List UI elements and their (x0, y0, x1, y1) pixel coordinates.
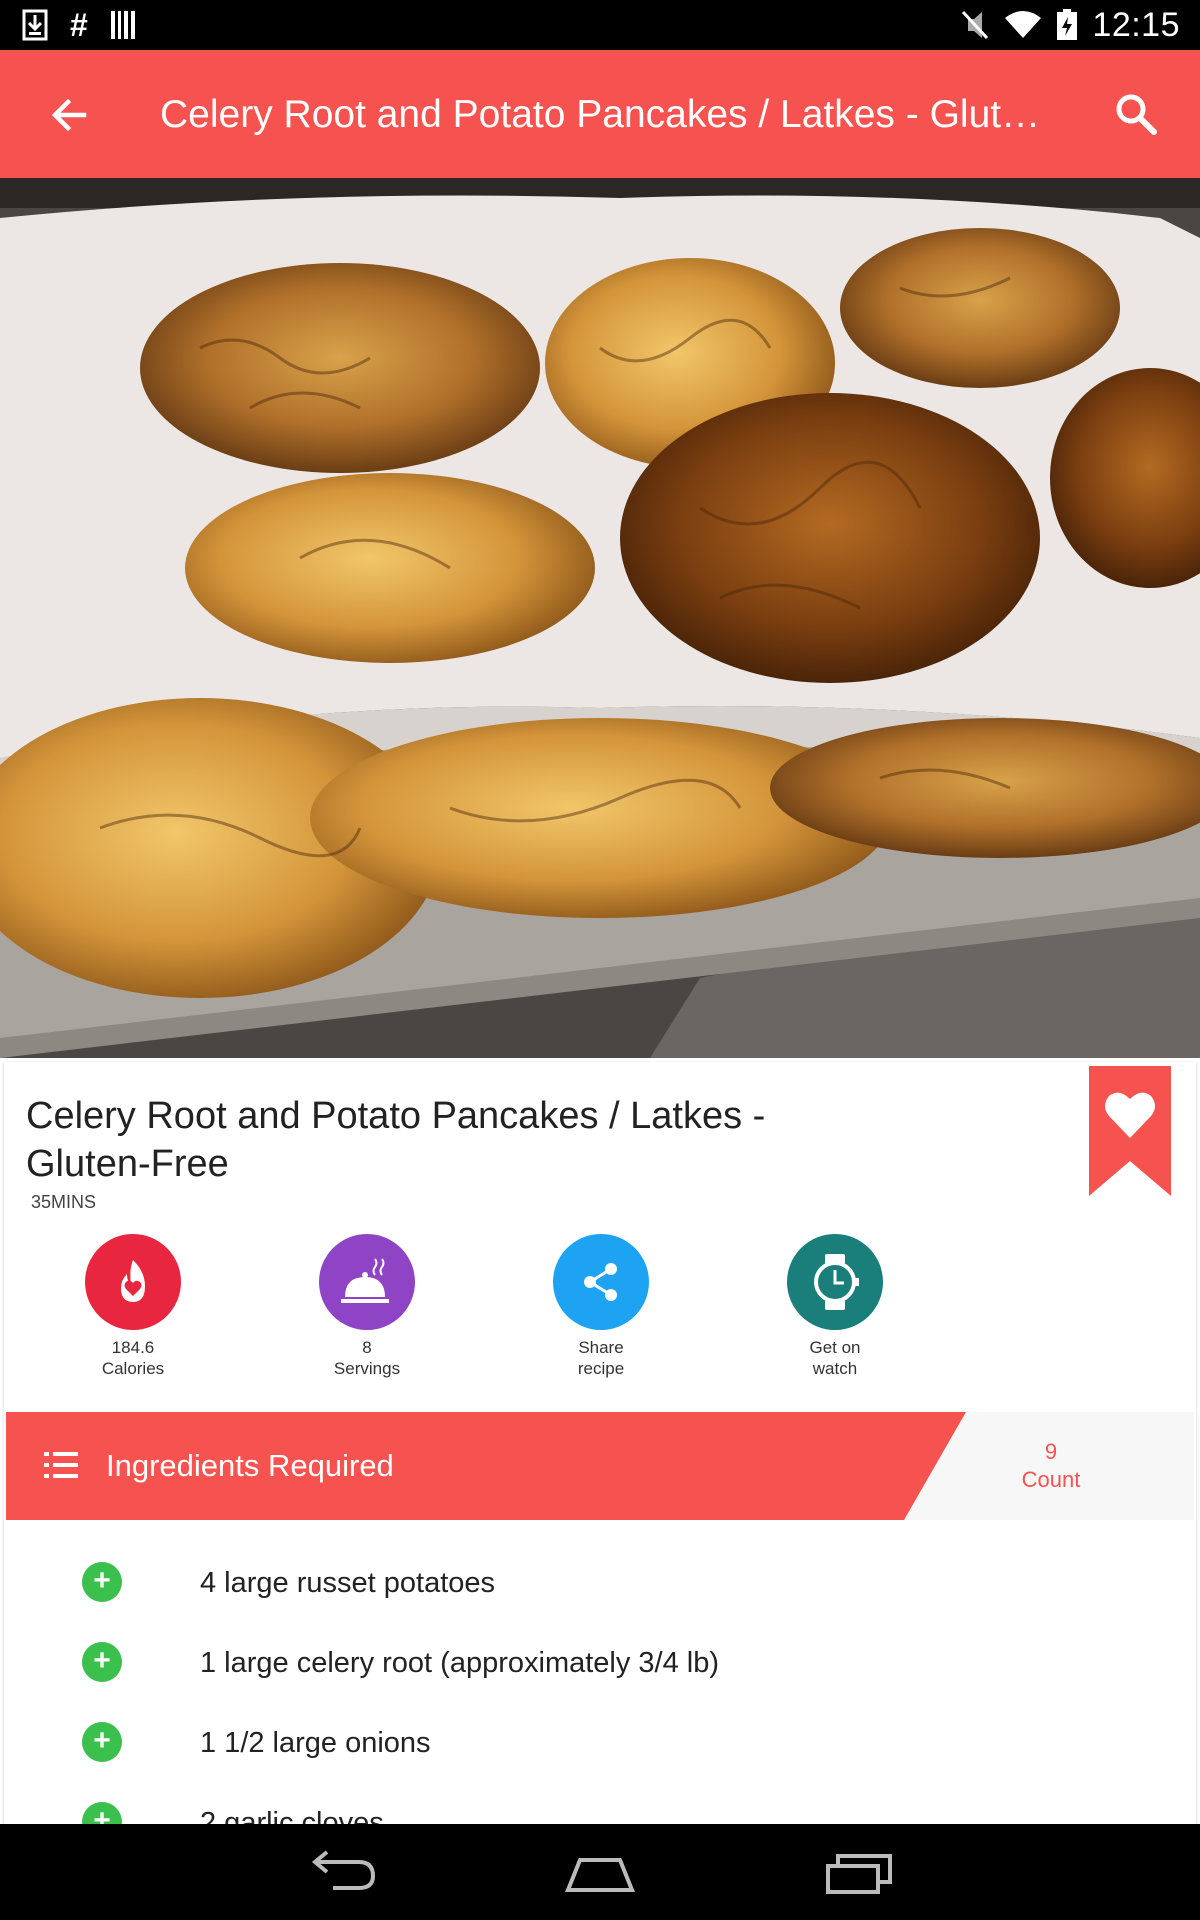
watch-label-line2: watch (812, 1359, 858, 1378)
calories-label: Calories (101, 1359, 165, 1378)
back-nav-icon[interactable] (303, 1846, 383, 1898)
recipe-title: Celery Root and Potato Pancakes / Latkes… (26, 1095, 766, 1185)
wifi-icon (1005, 11, 1042, 38)
watch-action[interactable]: Get on watch (755, 1234, 915, 1380)
add-ingredient-icon[interactable]: + (82, 1642, 122, 1682)
status-bar: # 12:15 (0, 0, 1200, 50)
add-ingredient-icon[interactable]: + (82, 1562, 122, 1602)
ingredient-text: 1 1/2 large onions (200, 1727, 431, 1759)
recents-nav-icon[interactable] (818, 1846, 898, 1898)
arrow-back-icon[interactable] (44, 90, 94, 140)
ingredient-text: 1 large celery root (approximately 3/4 l… (200, 1647, 720, 1679)
status-time: 12:15 (1092, 5, 1180, 44)
home-nav-icon[interactable] (560, 1846, 640, 1898)
recipe-card: Celery Root and Potato Pancakes / Latkes… (4, 1062, 1196, 1842)
calories-action[interactable]: 184.6 Calories (53, 1234, 213, 1380)
battery-icon (1057, 9, 1078, 40)
calories-value: 184.6 (111, 1338, 155, 1357)
watch-icon (787, 1234, 883, 1330)
system-nav-bar (0, 1824, 1200, 1920)
ingredients-count: 9 Count (966, 1438, 1136, 1494)
download-icon (22, 9, 48, 41)
servings-value: 8 (362, 1338, 372, 1357)
app-bar-title: Celery Root and Potato Pancakes / Latkes… (160, 93, 1060, 136)
app-bar: Celery Root and Potato Pancakes / Latkes… (0, 50, 1200, 178)
add-ingredient-icon[interactable]: + (82, 1722, 122, 1762)
ingredients-title: Ingredients Required (106, 1448, 394, 1483)
cloche-icon (319, 1234, 415, 1330)
hash-icon: # (70, 7, 88, 43)
share-label-line2: recipe (577, 1359, 625, 1378)
recipe-time: 35MINS (31, 1192, 97, 1212)
share-recipe-action[interactable]: Share recipe (521, 1234, 681, 1380)
servings-label: Servings (333, 1359, 401, 1378)
ingredients-header: Ingredients Required 9 Count (6, 1412, 1194, 1520)
list-item: + 4 large russet potatoes (4, 1552, 1194, 1612)
ingredients-count-value: 9 (1044, 1439, 1058, 1464)
heart-bookmark-icon[interactable] (1089, 1066, 1171, 1196)
recipe-actions: 184.6 Calories 8 Servings Share recipe G… (4, 1234, 904, 1384)
share-icon (553, 1234, 649, 1330)
search-icon[interactable] (1112, 90, 1160, 138)
ingredient-text: 4 large russet potatoes (200, 1567, 496, 1599)
list-icon (44, 1452, 78, 1478)
mute-icon (962, 10, 989, 40)
flame-icon (85, 1234, 181, 1330)
recipe-photo (0, 178, 1200, 1058)
ingredients-count-label: Count (1021, 1467, 1081, 1492)
watch-label-line1: Get on (809, 1338, 861, 1357)
list-item: + 1 large celery root (approximately 3/4… (4, 1632, 1194, 1692)
barcode-icon (110, 11, 135, 39)
list-item: + 1 1/2 large onions (4, 1712, 1194, 1772)
share-label-line1: Share (578, 1338, 624, 1357)
servings-action[interactable]: 8 Servings (287, 1234, 447, 1380)
